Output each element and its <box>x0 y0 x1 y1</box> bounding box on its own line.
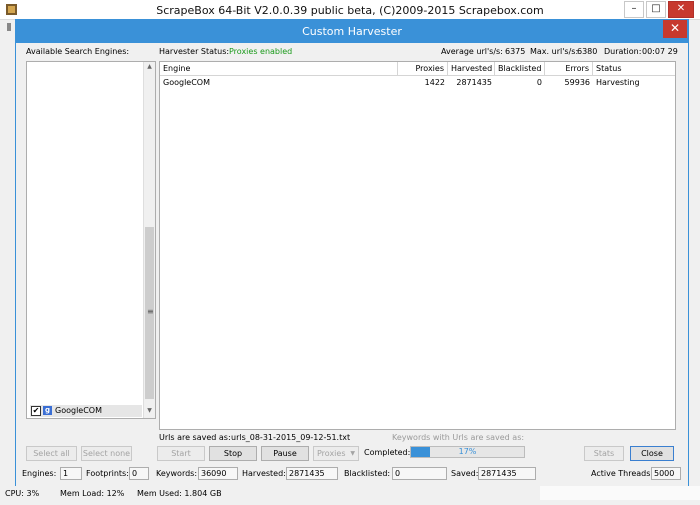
harvested-label: Harvested: <box>242 469 286 478</box>
list-item[interactable]: ✔ g GoogleCOM <box>30 405 142 417</box>
status-panel <box>540 486 700 500</box>
column-header-status[interactable]: Status <box>593 62 675 75</box>
keywords-value: 36090 <box>201 469 227 478</box>
pause-button[interactable]: Pause <box>261 446 309 461</box>
stats-button[interactable]: Stats <box>584 446 624 461</box>
select-none-button[interactable]: Select none <box>81 446 132 461</box>
cell-proxies: 1422 <box>424 78 445 87</box>
window-title: ScrapeBox 64-Bit V2.0.0.39 public beta, … <box>156 4 544 17</box>
column-header-harvested[interactable]: Harvested <box>448 62 495 75</box>
cell-blacklisted: 0 <box>536 78 542 87</box>
engine-checkbox[interactable]: ✔ <box>31 406 41 416</box>
cell-errors: 59936 <box>564 78 590 87</box>
duration-label: Duration: <box>604 47 642 56</box>
scrollbar-thumb[interactable]: ≡ <box>145 227 154 399</box>
harvester-status-label: Harvester Status: <box>159 47 230 56</box>
harvester-grid[interactable]: Engine Proxies Harvested Blacklisted Err… <box>159 61 676 430</box>
completion-progress-bar: 17% <box>410 446 525 458</box>
engines-count-value: 1 <box>63 469 69 478</box>
engine-label: GoogleCOM <box>55 406 102 415</box>
grid-header: Engine Proxies Harvested Blacklisted Err… <box>160 62 675 76</box>
keywords-box: 36090 <box>198 467 238 480</box>
blacklisted-box: 0 <box>392 467 447 480</box>
maximize-button[interactable]: □ <box>646 1 666 18</box>
google-icon: g <box>43 406 52 415</box>
harvester-status-value: Proxies enabled <box>229 47 293 56</box>
engines-scrollbar[interactable]: ▲ ≡ ▼ <box>143 62 155 418</box>
keywords-label: Keywords: <box>156 469 198 478</box>
saved-label: Saved: <box>451 469 479 478</box>
available-engines-label: Available Search Engines: <box>26 47 130 56</box>
cpu-usage: CPU: 3% <box>5 489 40 498</box>
harvested-value: 2871435 <box>289 469 325 478</box>
saved-value: 2871435 <box>481 469 517 478</box>
cell-harvested: 2871435 <box>456 78 492 87</box>
urls-saved-label: Urls are saved as: <box>159 433 231 442</box>
max-urls-label: Max. url's/s: <box>530 47 579 56</box>
window-close-button[interactable]: ✕ <box>668 1 694 18</box>
active-threads-label: Active Threads: <box>591 469 654 478</box>
select-all-button[interactable]: Select all <box>26 446 77 461</box>
blacklisted-label: Blacklisted: <box>344 469 391 478</box>
footprints-label: Footprints: <box>86 469 129 478</box>
column-header-blacklisted[interactable]: Blacklisted <box>495 62 545 75</box>
max-urls-value: 6380 <box>577 47 598 56</box>
dialog-title: Custom Harvester <box>302 25 402 38</box>
table-row[interactable]: GoogleCOM 1422 2871435 0 59936 Harvestin… <box>160 76 675 89</box>
minimize-button[interactable]: – <box>624 1 644 18</box>
progress-text: 17% <box>458 447 477 456</box>
window-titlebar[interactable]: ScrapeBox 64-Bit V2.0.0.39 public beta, … <box>0 0 700 20</box>
chevron-down-icon: ▼ <box>350 450 355 457</box>
blacklisted-value: 0 <box>395 469 401 478</box>
dialog-titlebar[interactable]: Custom Harvester ✕ <box>16 20 688 43</box>
active-threads-value: 5000 <box>654 469 675 478</box>
keywords-saved-label: Keywords with Urls are saved as: <box>392 433 525 442</box>
harvested-box: 2871435 <box>286 467 338 480</box>
start-button[interactable]: Start <box>157 446 205 461</box>
scroll-up-icon[interactable]: ▲ <box>145 63 154 72</box>
cell-engine: GoogleCOM <box>163 78 210 87</box>
engines-count-box: 1 <box>60 467 82 480</box>
saved-box: 2871435 <box>478 467 536 480</box>
cell-status: Harvesting <box>596 78 640 87</box>
column-header-proxies[interactable]: Proxies <box>398 62 448 75</box>
duration-value: 00:07 29 <box>642 47 678 56</box>
footprints-box: 0 <box>129 467 149 480</box>
mem-used: Mem Used: 1.804 GB <box>137 489 222 498</box>
scroll-down-icon[interactable]: ▼ <box>145 407 154 416</box>
mem-load: Mem Load: 12% <box>60 489 125 498</box>
urls-saved-file: urls_08-31-2015_09-12-51.txt <box>231 433 351 442</box>
column-header-engine[interactable]: Engine <box>160 62 398 75</box>
proxies-label: Proxies <box>317 449 346 458</box>
close-button[interactable]: Close <box>630 446 674 461</box>
completed-label: Completed: <box>364 448 411 457</box>
dialog-close-button[interactable]: ✕ <box>663 20 687 38</box>
proxies-dropdown-button[interactable]: Proxies ▼ <box>313 446 359 461</box>
avg-urls-value: 6375 <box>505 47 526 56</box>
stop-button[interactable]: Stop <box>209 446 257 461</box>
active-threads-box: 5000 <box>651 467 681 480</box>
avg-urls-label: Average url's/s: <box>441 47 503 56</box>
background-window-edge <box>7 23 11 31</box>
engines-count-label: Engines: <box>22 469 57 478</box>
search-engines-list[interactable]: ✔ g GoogleCOM ▲ ≡ ▼ <box>26 61 156 419</box>
custom-harvester-dialog: Custom Harvester ✕ Available Search Engi… <box>15 19 689 487</box>
footprints-value: 0 <box>132 469 138 478</box>
column-header-errors[interactable]: Errors <box>545 62 593 75</box>
grip-icon: ≡ <box>147 307 154 316</box>
